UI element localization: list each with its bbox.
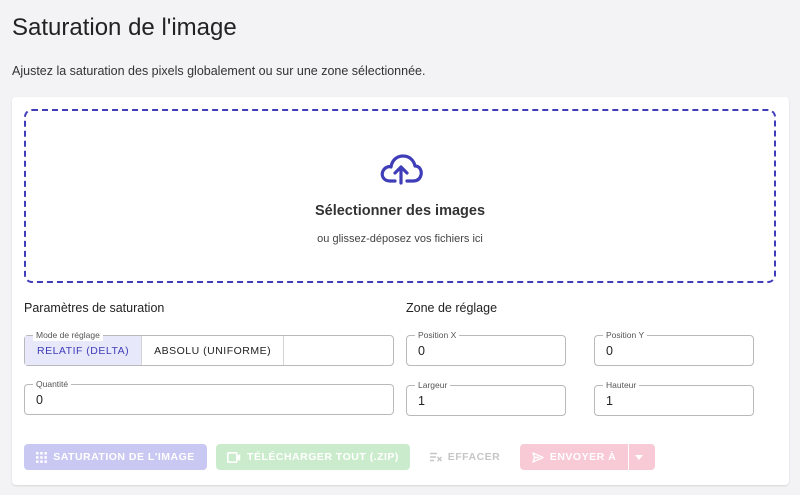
position-x-value[interactable]: 0 xyxy=(418,344,425,358)
mode-label: Mode de réglage xyxy=(33,329,103,341)
dropzone-subtitle: ou glissez-déposez vos fichiers ici xyxy=(317,233,483,245)
clear-list-icon xyxy=(429,452,442,462)
position-x-label: Position X xyxy=(415,329,460,341)
position-y-field[interactable]: Position Y 0 xyxy=(594,329,754,366)
clear-button-label: EFFACER xyxy=(447,451,501,463)
saturate-button[interactable]: SATURATION DE L'IMAGE xyxy=(24,444,207,470)
dropzone-title: Sélectionner des images xyxy=(314,203,486,219)
quantity-field[interactable]: Quantité 0 xyxy=(24,378,394,415)
position-y-label: Position Y xyxy=(603,329,648,341)
width-value[interactable]: 1 xyxy=(418,394,425,408)
cloud-upload-icon xyxy=(380,154,423,185)
zone-section-title: Zone de réglage xyxy=(406,301,498,315)
page-description: Ajustez la saturation des pixels globale… xyxy=(12,64,426,78)
quantity-value[interactable]: 0 xyxy=(36,393,43,407)
main-card: Sélectionner des images ou glissez-dépos… xyxy=(12,97,789,485)
saturation-section-title: Paramètres de saturation xyxy=(24,301,165,315)
height-field[interactable]: Hauteur 1 xyxy=(594,379,754,416)
send-to-menu-button[interactable] xyxy=(629,444,655,470)
download-all-button[interactable]: TÉLÉCHARGER TOUT (.ZIP) xyxy=(216,444,410,470)
width-label: Largeur xyxy=(415,379,451,391)
send-icon xyxy=(532,451,544,463)
image-dropzone[interactable]: Sélectionner des images ou glissez-dépos… xyxy=(24,109,776,283)
mode-toggle-field: Mode de réglage RELATIF (DELTA) ABSOLU (… xyxy=(24,329,394,366)
height-label: Hauteur xyxy=(603,379,640,391)
grid-icon xyxy=(36,451,48,463)
clear-button[interactable]: EFFACER xyxy=(418,444,512,470)
position-y-value[interactable]: 0 xyxy=(606,344,613,358)
caret-down-icon xyxy=(635,454,643,460)
saturate-button-label: SATURATION DE L'IMAGE xyxy=(53,451,195,463)
height-value[interactable]: 1 xyxy=(606,394,613,408)
mode-absolute-button[interactable]: ABSOLU (UNIFORME) xyxy=(142,336,285,365)
quantity-label: Quantité xyxy=(33,378,72,390)
send-to-button-label: ENVOYER À xyxy=(549,451,617,463)
width-field[interactable]: Largeur 1 xyxy=(406,379,566,416)
video-file-icon xyxy=(227,451,241,463)
position-x-field[interactable]: Position X 0 xyxy=(406,329,566,366)
page-title: Saturation de l'image xyxy=(12,14,237,41)
send-to-button[interactable]: ENVOYER À xyxy=(520,444,628,470)
download-all-button-label: TÉLÉCHARGER TOUT (.ZIP) xyxy=(247,451,399,463)
